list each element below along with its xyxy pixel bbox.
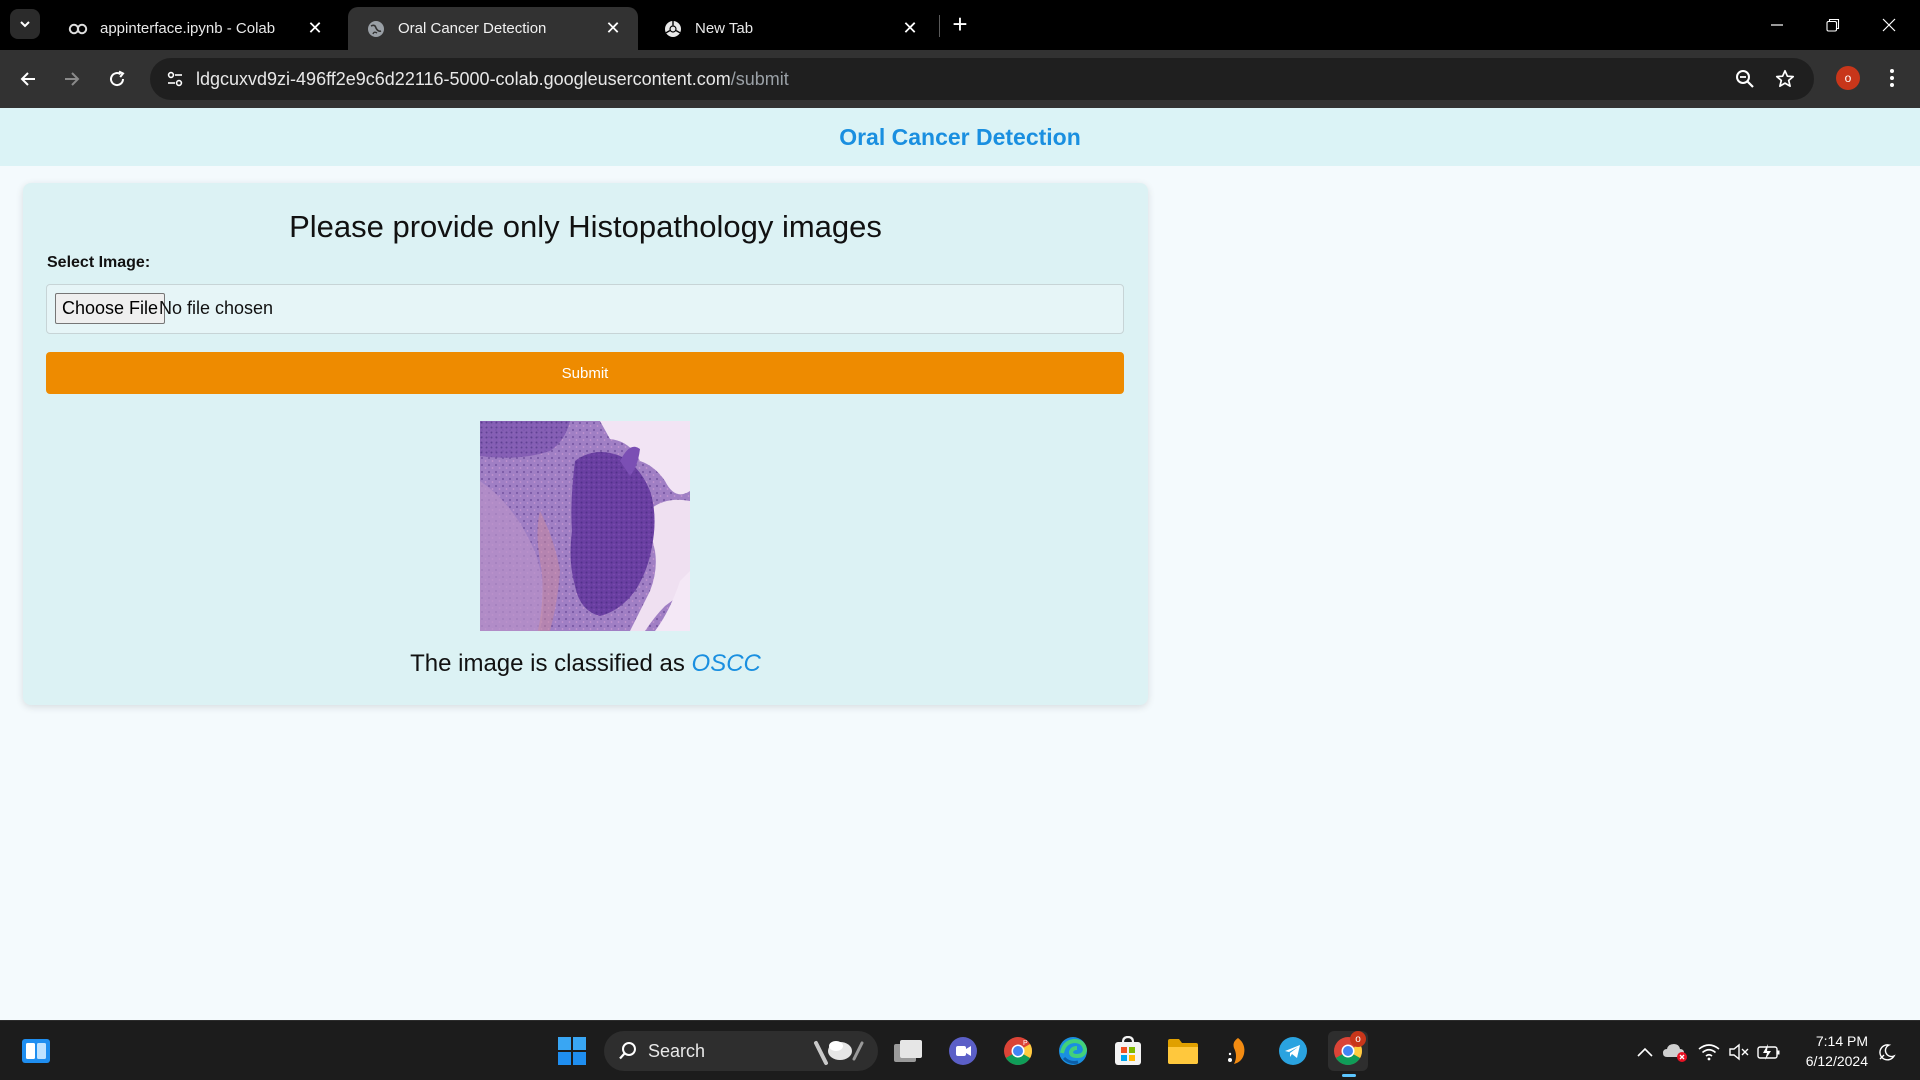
tab-title: New Tab: [695, 20, 754, 37]
app-header: Oral Cancer Detection: [0, 108, 1920, 166]
chrome-icon: P: [1004, 1037, 1032, 1065]
active-indicator: [1342, 1074, 1356, 1077]
uploaded-histopathology-image: [480, 421, 690, 631]
choose-file-button[interactable]: Choose File: [55, 293, 166, 324]
result-prefix: The image is classified as: [410, 650, 685, 677]
restore-button[interactable]: [1810, 8, 1856, 42]
tab-oral-cancer-detection[interactable]: Oral Cancer Detection ✕: [348, 7, 638, 50]
video-chat-icon: [949, 1037, 977, 1065]
minimize-button[interactable]: [1754, 8, 1800, 42]
task-view-button[interactable]: [888, 1031, 928, 1071]
system-clock[interactable]: 7:14 PM 6/12/2024: [1778, 1031, 1868, 1071]
do-not-disturb-moon-icon: [1879, 1044, 1896, 1061]
edge-icon: [1059, 1037, 1088, 1065]
site-info-button[interactable]: [160, 64, 190, 94]
app-title: Oral Cancer Detection: [839, 123, 1081, 150]
tab-search-button[interactable]: [10, 9, 40, 39]
star-icon: [1775, 69, 1795, 88]
widgets-button[interactable]: [16, 1031, 56, 1071]
chrome-app-active[interactable]: o: [1328, 1031, 1368, 1077]
result-class: OSCC: [691, 650, 761, 677]
url-host: ldgcuxvd9zi-496ff2e9c6d22116-5000-colab.…: [196, 69, 731, 89]
taskbar-search[interactable]: Search: [604, 1031, 878, 1071]
more-vertical-icon: [1890, 69, 1894, 87]
bookmark-button[interactable]: [1770, 64, 1800, 94]
edge-app[interactable]: [1053, 1031, 1093, 1071]
tab-colab[interactable]: appinterface.ipynb - Colab ✕: [50, 7, 340, 50]
tab-title: appinterface.ipynb - Colab: [100, 20, 276, 37]
address-bar[interactable]: ldgcuxvd9zi-496ff2e9c6d22116-5000-colab.…: [150, 58, 1814, 100]
reload-icon: [110, 70, 125, 87]
zoom-button[interactable]: [1730, 64, 1760, 94]
zoom-out-icon: [1736, 70, 1754, 88]
restore-icon: [1826, 18, 1840, 32]
microsoft-store-app[interactable]: [1108, 1031, 1148, 1071]
tab-title: Oral Cancer Detection: [398, 20, 547, 37]
browser-menu-button[interactable]: [1880, 63, 1904, 93]
onedrive-status[interactable]: [1662, 1041, 1688, 1063]
tab-new-tab[interactable]: New Tab ✕: [645, 7, 935, 50]
forward-button[interactable]: [56, 63, 88, 95]
store-icon: [1115, 1036, 1141, 1065]
file-status: No file chosen: [159, 298, 274, 318]
windows-taskbar: Search P o 7:14 PM 6/12/2024: [0, 1020, 1920, 1080]
close-icon[interactable]: ✕: [602, 18, 624, 40]
back-button[interactable]: [12, 63, 44, 95]
chrome-app[interactable]: P: [998, 1031, 1038, 1071]
close-icon: [1882, 18, 1896, 32]
search-highlight-icon: [814, 1041, 864, 1065]
volume-muted-icon: [1729, 1043, 1749, 1061]
clock-date: 6/12/2024: [1805, 1053, 1868, 1069]
start-button[interactable]: [552, 1031, 592, 1071]
clock-time: 7:14 PM: [1815, 1033, 1868, 1049]
url-text: ldgcuxvd9zi-496ff2e9c6d22116-5000-colab.…: [196, 69, 789, 90]
cloud-error-icon: [1663, 1044, 1687, 1062]
classification-result: The image is classified as OSCC: [23, 650, 1148, 678]
pen-tool-icon: [1228, 1038, 1245, 1064]
reload-button[interactable]: [101, 63, 133, 95]
telegram-icon: [1279, 1037, 1307, 1065]
tune-icon: [167, 71, 183, 87]
submit-button[interactable]: Submit: [46, 352, 1124, 394]
card-heading: Please provide only Histopathology image…: [289, 209, 882, 244]
upload-card: Please provide only Histopathology image…: [23, 183, 1148, 705]
close-icon[interactable]: ✕: [899, 18, 921, 40]
chevron-up-icon: [1637, 1047, 1653, 1057]
sketch-app[interactable]: [1218, 1031, 1258, 1071]
notifications-button[interactable]: [1874, 1041, 1900, 1063]
show-hidden-icons-button[interactable]: [1632, 1041, 1658, 1063]
arrow-left-icon: [20, 72, 35, 86]
profile-avatar[interactable]: o: [1836, 66, 1860, 90]
folder-icon: [1168, 1039, 1198, 1064]
file-explorer-app[interactable]: [1163, 1031, 1203, 1071]
new-tab-button[interactable]: +: [946, 10, 974, 38]
widgets-icon: [22, 1039, 50, 1063]
url-path: /submit: [730, 69, 789, 89]
telegram-app[interactable]: [1273, 1031, 1313, 1071]
tab-separator: [939, 15, 940, 37]
task-view-icon: [894, 1040, 922, 1062]
close-icon[interactable]: ✕: [304, 18, 326, 40]
wifi-icon: [1698, 1044, 1720, 1061]
browser-tab-bar: appinterface.ipynb - Colab ✕ Oral Cancer…: [0, 0, 1920, 50]
wifi-status[interactable]: [1696, 1041, 1722, 1063]
close-window-button[interactable]: [1866, 8, 1912, 42]
file-input[interactable]: Choose File No file chosen: [46, 284, 1124, 334]
windows-icon: [558, 1037, 586, 1065]
notification-badge: o: [1350, 1031, 1366, 1047]
select-image-label: Select Image:: [47, 254, 151, 271]
svg-text:P: P: [1023, 1040, 1028, 1047]
search-icon: [619, 1042, 636, 1060]
colab-icon: [68, 19, 88, 39]
globe-icon: [366, 19, 386, 39]
chevron-down-icon: [20, 21, 30, 28]
teams-app[interactable]: [943, 1031, 983, 1071]
minimize-icon: [1771, 24, 1783, 26]
page-content: Oral Cancer Detection Please provide onl…: [0, 108, 1920, 1020]
chrome-icon: [663, 19, 683, 39]
browser-toolbar: ldgcuxvd9zi-496ff2e9c6d22116-5000-colab.…: [0, 50, 1920, 108]
search-label: Search: [648, 1041, 706, 1061]
arrow-right-icon: [65, 72, 80, 86]
volume-status[interactable]: [1726, 1041, 1752, 1063]
